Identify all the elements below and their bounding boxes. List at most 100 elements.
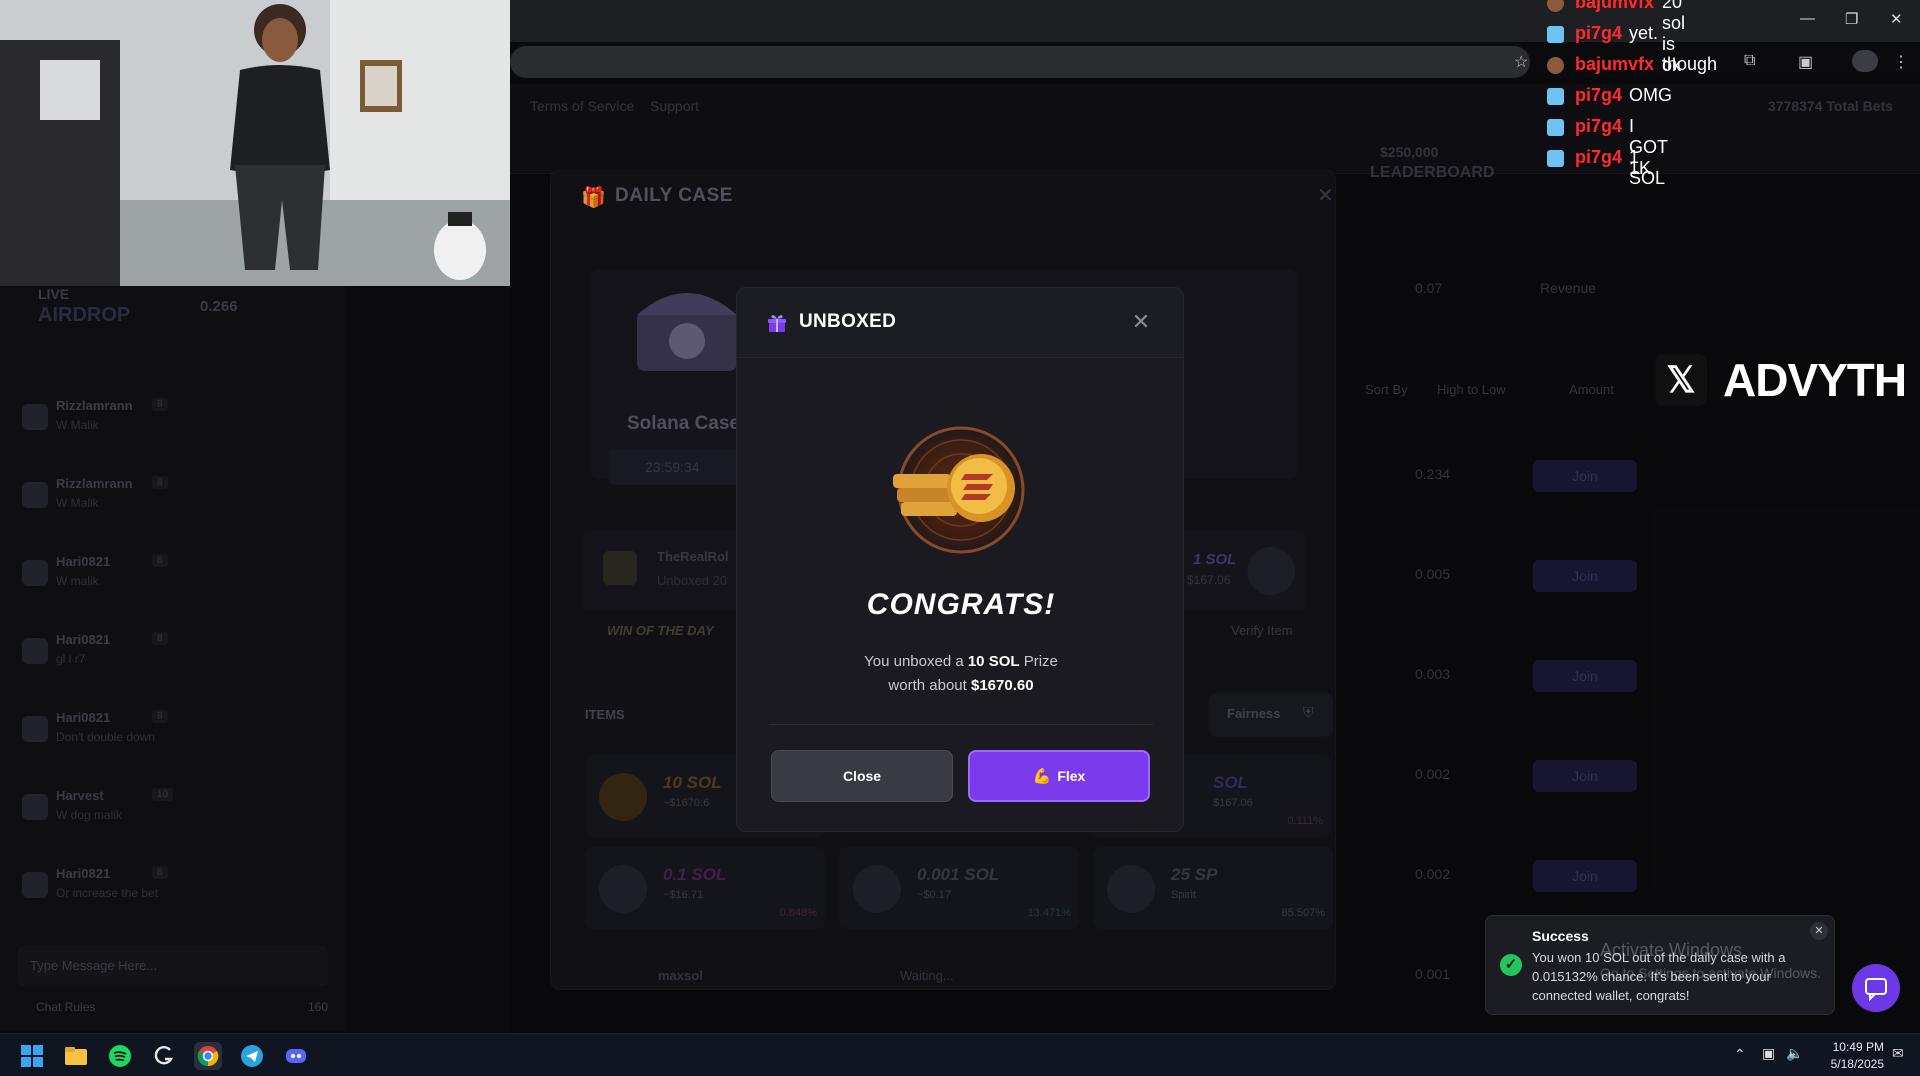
check-icon: ✓ (1500, 954, 1522, 976)
clock[interactable]: 10:49 PM 5/18/2025 (1810, 1039, 1884, 1073)
webcam-overlay (0, 0, 510, 286)
unboxed-header: UNBOXED ✕ (737, 288, 1183, 358)
chat-message: Hari0821 8 gl l r7 (22, 632, 322, 690)
screen: — ❐ ✕ ☆ ⧉ ▣ ⋮ Terms of Service Support 3… (0, 0, 1920, 1076)
chat-level-badge: 8 (152, 632, 168, 645)
chat-avatar (22, 560, 48, 586)
stream-chat-text: yet. (1629, 23, 1659, 43)
chat-avatar (22, 404, 48, 430)
address-bar[interactable] (510, 46, 1530, 78)
modal-backdrop[interactable] (510, 78, 1920, 1033)
chat-avatar (22, 716, 48, 742)
chat-avatar (22, 482, 48, 508)
crown-badge-icon (1547, 88, 1564, 105)
chat-input-placeholder: Type Message Here... (30, 958, 158, 973)
notification-icon[interactable]: ✉ (1892, 1045, 1904, 1062)
network-icon[interactable]: ▣ (1762, 1045, 1775, 1062)
streamer-brand: 𝕏 ADVYTH (1655, 354, 1915, 406)
stream-chat-text: though (1662, 54, 1718, 74)
chat-level-badge: 8 (152, 476, 168, 489)
stream-chat-username: pi7g4 (1575, 116, 1623, 136)
chrome-icon[interactable] (194, 1042, 222, 1070)
chat-username[interactable]: Rizzlamrann (56, 398, 133, 413)
prize-text: You unboxed a (864, 653, 968, 670)
spotify-icon[interactable] (106, 1042, 134, 1070)
online-count: 160 (308, 1000, 329, 1014)
discord-icon[interactable] (282, 1042, 310, 1070)
worth-text: worth about (888, 677, 971, 694)
chat-username[interactable]: Hari0821 (56, 710, 110, 725)
sol-coins-icon (891, 420, 1031, 560)
support-chat-button[interactable] (1852, 964, 1900, 1012)
chat-message: Hari0821 8 Or increase the bet (22, 866, 322, 924)
g-hub-icon[interactable] (150, 1042, 178, 1070)
chat-username[interactable]: Rizzlamrann (56, 476, 133, 491)
flex-arm-icon: 💪 (1032, 768, 1052, 785)
chat-text: W malik (56, 574, 99, 588)
crown-badge-icon (1547, 150, 1564, 167)
chat-level-badge: 8 (152, 866, 168, 879)
airdrop-balance: 0.266 (200, 298, 238, 315)
chat-message: Hari0821 8 Don't double down (22, 710, 322, 768)
user-badge-icon (1547, 57, 1564, 74)
stream-chat-username: pi7g4 (1575, 23, 1623, 43)
chat-level-badge: 8 (152, 554, 168, 567)
stream-chat-username: bajumvfx (1575, 0, 1655, 12)
chat-username[interactable]: Harvest (56, 788, 104, 803)
chat-level-badge: 10 (152, 788, 174, 801)
unboxed-close-icon[interactable]: ✕ (1127, 308, 1155, 336)
chat-level-badge: 8 (152, 710, 168, 723)
chat-rules-link[interactable]: Chat Rules (36, 1000, 95, 1014)
chevron-up-icon[interactable]: ⌃ (1734, 1046, 1746, 1063)
airdrop-label: AIRDROP (38, 304, 131, 326)
clock-date: 5/18/2025 (1830, 1057, 1884, 1071)
chat-text: Or increase the bet (56, 886, 159, 900)
chat-text: W dog malik (56, 808, 123, 822)
chat-input[interactable]: Type Message Here... (18, 946, 328, 986)
live-label: LIVE (38, 286, 70, 302)
activate-windows-hint: Go to Settings to activate Windows. (1600, 965, 1821, 981)
chat-message: Hari0821 8 W malik (22, 554, 322, 612)
stream-chat-username: bajumvfx (1575, 54, 1655, 74)
worth-line: worth about $1670.60 (737, 677, 1183, 694)
windows-start-icon[interactable] (18, 1042, 46, 1070)
prize-amount: 10 SOL (967, 653, 1020, 670)
chat-level-badge: 8 (152, 398, 168, 411)
chat-message: Rizzlamrann 8 W Malik (22, 476, 322, 534)
unboxed-title: UNBOXED (799, 311, 897, 332)
chat-text: W Malik (56, 496, 99, 510)
windows-taskbar: ⌃ ▣ 🔈 10:49 PM 5/18/2025 ✉ (0, 1033, 1920, 1076)
prize-text-suffix: Prize (1019, 653, 1058, 670)
chat-message: Rizzlamrann 8 W Malik (22, 398, 322, 456)
chat-avatar (22, 872, 48, 898)
file-explorer-icon[interactable] (62, 1042, 90, 1070)
close-button[interactable]: Close (771, 750, 953, 802)
clock-time: 10:49 PM (1832, 1040, 1884, 1054)
user-badge-icon (1547, 0, 1564, 12)
webcam-feed-image (0, 0, 510, 286)
toast-title: Success (1532, 928, 1589, 944)
chat-text: gl l r7 (56, 652, 86, 666)
chat-avatar (22, 794, 48, 820)
stream-chat-text: 1 SOL (1629, 147, 1666, 188)
toast-close-icon[interactable]: ✕ (1810, 922, 1828, 940)
crown-badge-icon (1547, 119, 1564, 136)
volume-icon[interactable]: 🔈 (1786, 1045, 1803, 1062)
chat-text: Don't double down (56, 730, 156, 744)
x-logo-icon: 𝕏 (1655, 354, 1707, 406)
flex-button[interactable]: 💪 Flex (968, 750, 1150, 802)
stream-chat-overlay: bajumvfx 20 sol is ok pi7g4 yet. bajumvf… (1545, 0, 1920, 188)
chat-username[interactable]: Hari0821 (56, 866, 110, 881)
bookmark-star-icon[interactable]: ☆ (1514, 52, 1528, 72)
telegram-icon[interactable] (238, 1042, 266, 1070)
chat-username[interactable]: Hari0821 (56, 554, 110, 569)
chat-message: Harvest 10 W dog malik (22, 788, 322, 846)
left-chat-panel: LIVE AIRDROP 0.266 Rizzlamrann 8 W Malik… (0, 286, 345, 1031)
chat-bubble-icon (1865, 978, 1887, 1002)
brand-name: ADVYTH (1723, 354, 1907, 406)
unboxed-modal: UNBOXED ✕ CONGRATS! You unboxed a 10 SOL… (736, 287, 1184, 832)
chat-username[interactable]: Hari0821 (56, 632, 110, 647)
gift-icon (768, 315, 786, 332)
activate-windows-watermark: Activate Windows (1600, 940, 1743, 960)
stream-chat-username: pi7g4 (1575, 147, 1623, 167)
